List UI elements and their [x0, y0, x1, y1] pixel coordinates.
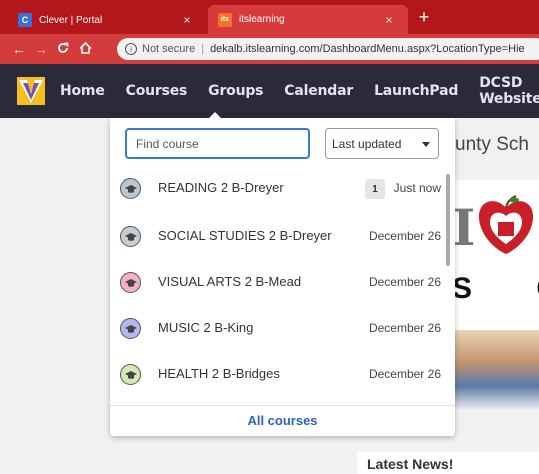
course-item[interactable]: READING 2 B-Dreyer 1 Just now: [110, 170, 445, 210]
nav-courses[interactable]: Courses: [126, 83, 188, 99]
reload-icon[interactable]: [52, 41, 74, 57]
sort-value: Last updated: [332, 136, 402, 151]
course-item[interactable]: SOCIAL STUDIES 2 B-Dreyer December 26: [110, 218, 445, 258]
course-updated: December 26: [368, 321, 441, 335]
course-name: HEALTH 2 B-Bridges: [158, 366, 280, 381]
graduation-cap-icon: [120, 364, 141, 385]
course-updated: December 26: [368, 275, 441, 289]
clever-favicon-icon: C: [18, 13, 32, 27]
nav-home[interactable]: Home: [60, 83, 105, 99]
graduation-cap-icon: [120, 318, 141, 339]
chevron-down-icon: [422, 142, 430, 147]
security-label: Not secure: [142, 43, 196, 55]
course-updated: December 26: [368, 367, 441, 381]
banner-letter: I: [452, 198, 476, 257]
course-name: READING 2 B-Dreyer: [158, 180, 284, 195]
tab-title: Clever | Portal: [39, 14, 103, 26]
new-tab-icon[interactable]: +: [414, 7, 434, 27]
itslearning-favicon-icon: its: [218, 12, 232, 27]
app-nav-bar: Home Courses Groups Calendar LaunchPad D…: [0, 64, 539, 118]
students-photo: [452, 330, 539, 410]
apple-heart-icon: [478, 195, 534, 254]
course-list-scrollbar[interactable]: [446, 174, 450, 266]
close-icon[interactable]: ×: [180, 13, 194, 27]
all-courses-link[interactable]: All courses: [247, 413, 317, 428]
find-course-input[interactable]: [125, 128, 310, 159]
browser-toolbar: ← → i Not secure | dekalb.itslearning.co…: [0, 34, 539, 64]
notification-badge: 1: [365, 179, 385, 199]
url-text[interactable]: dekalb.itslearning.com/DashboardMenu.asp…: [210, 43, 525, 55]
graduation-cap-icon: [120, 178, 141, 199]
close-icon[interactable]: ×: [382, 13, 396, 27]
course-name: MUSIC 2 B-King: [158, 320, 254, 335]
itslearning-logo-icon[interactable]: [17, 77, 45, 105]
forward-arrow-icon[interactable]: →: [30, 41, 52, 57]
course-item[interactable]: VISUAL ARTS 2 B-Mead December 26: [110, 264, 445, 304]
nav-groups[interactable]: Groups: [208, 83, 263, 99]
course-list: READING 2 B-Dreyer 1 Just now SOCIAL STU…: [110, 170, 455, 405]
browser-tab-strip: C Clever | Portal × its itslearning × +: [0, 0, 539, 34]
banner-letters: S C: [452, 272, 539, 305]
nav-dcsd-website[interactable]: DCSD Website: [479, 75, 539, 107]
browser-tab-itslearning[interactable]: its itslearning ×: [208, 5, 408, 34]
nav-launchpad[interactable]: LaunchPad: [374, 83, 458, 99]
course-item[interactable]: MUSIC 2 B-King December 26: [110, 310, 445, 350]
graduation-cap-icon: [120, 272, 141, 293]
course-item[interactable]: HEALTH 2 B-Bridges December 26: [110, 356, 445, 396]
course-updated: December 26: [368, 229, 441, 243]
dropdown-footer: All courses: [110, 405, 455, 436]
courses-dropdown: Last updated READING 2 B-Dreyer 1 Just n…: [110, 118, 455, 436]
address-bar[interactable]: i Not secure | dekalb.itslearning.com/Da…: [117, 38, 539, 60]
school-banner-image: I S C: [452, 180, 539, 410]
course-updated: Just now: [393, 181, 441, 195]
nav-calendar[interactable]: Calendar: [284, 83, 353, 99]
info-icon[interactable]: i: [125, 43, 137, 55]
back-arrow-icon[interactable]: ←: [8, 41, 30, 57]
tab-title: itslearning: [239, 14, 285, 25]
browser-tab-clever[interactable]: C Clever | Portal ×: [8, 6, 206, 34]
sort-select[interactable]: Last updated: [325, 128, 439, 159]
latest-news-heading: Latest News!: [357, 452, 539, 474]
address-separator: |: [201, 43, 205, 55]
school-title: unty Sch: [455, 134, 529, 155]
course-name: VISUAL ARTS 2 B-Mead: [158, 274, 302, 289]
graduation-cap-icon: [120, 226, 141, 247]
home-icon[interactable]: [74, 41, 96, 57]
course-name: SOCIAL STUDIES 2 B-Dreyer: [158, 228, 332, 243]
